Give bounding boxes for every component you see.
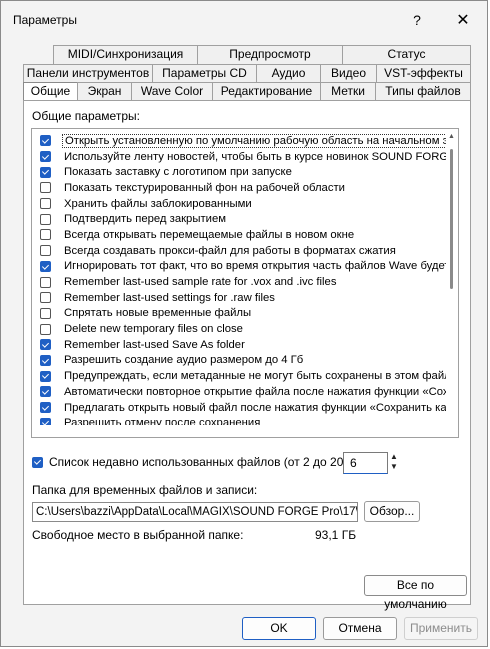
option-row[interactable]: Подтвердить перед закрытием: [32, 211, 446, 227]
option-checkbox[interactable]: [40, 386, 51, 398]
option-label: Разрешить создание аудио размером до 4 Г…: [64, 354, 304, 367]
option-label: Используйте ленту новостей, чтобы быть в…: [64, 150, 446, 163]
option-row[interactable]: Автоматически повторное открытие файла п…: [32, 384, 446, 400]
option-checkbox[interactable]: [40, 229, 51, 241]
temp-folder-label: Папка для временных файлов и записи:: [32, 483, 258, 497]
option-row[interactable]: Игнорировать тот факт, что во время откр…: [32, 259, 446, 275]
option-row[interactable]: Remember last-used settings for .raw fil…: [32, 290, 446, 306]
options-dialog: Параметры ? ✕ MIDI/Синхронизация Предпро…: [0, 0, 488, 647]
option-row[interactable]: Delete new temporary files on close: [32, 321, 446, 337]
recent-files-checkbox[interactable]: [32, 456, 43, 468]
option-row[interactable]: Предупреждать, если метаданные не могут …: [32, 368, 446, 384]
general-options-items: Открыть установленную по умолчанию рабоч…: [32, 133, 446, 431]
option-row[interactable]: Хранить файлы заблокированными: [32, 196, 446, 212]
tab-row-2: Панели инструментов Параметры CD Аудио В…: [23, 64, 471, 83]
option-checkbox[interactable]: [40, 276, 51, 288]
reset-defaults-button[interactable]: Все по умолчанию: [364, 575, 467, 611]
tab-display[interactable]: Экран: [77, 82, 132, 101]
option-label: Delete new temporary files on close: [64, 323, 243, 336]
option-row[interactable]: Используйте ленту новостей, чтобы быть в…: [32, 149, 446, 165]
option-checkbox[interactable]: [40, 182, 51, 194]
option-row[interactable]: Разрешить создание аудио размером до 4 Г…: [32, 353, 446, 369]
tab-toolbars[interactable]: Панели инструментов: [23, 64, 153, 83]
option-label: Показать заставку с логотипом при запуск…: [64, 166, 292, 179]
tab-preview[interactable]: Предпросмотр: [197, 45, 343, 64]
close-button[interactable]: ✕: [445, 7, 481, 33]
option-label: Автоматически повторное открытие файла п…: [64, 385, 446, 398]
option-row[interactable]: Всегда открывать перемещаемые файлы в но…: [32, 227, 446, 243]
tab-markers[interactable]: Метки: [320, 82, 376, 101]
tab-midi-sync[interactable]: MIDI/Синхронизация: [53, 45, 198, 64]
tab-cd-settings[interactable]: Параметры CD: [152, 64, 257, 83]
option-label: Всегда создавать прокси-файл для работы …: [64, 244, 396, 257]
option-label: Показать текстурированный фон на рабочей…: [64, 181, 345, 194]
general-tab-panel: Общие параметры: Открыть установленную п…: [23, 100, 471, 611]
tab-audio[interactable]: Аудио: [256, 64, 321, 83]
option-row[interactable]: Спрятать новые временные файлы: [32, 306, 446, 322]
option-checkbox[interactable]: [40, 402, 51, 414]
tab-file-types[interactable]: Типы файлов: [375, 82, 471, 101]
browse-button[interactable]: Обзор...: [364, 501, 420, 522]
option-label: Предлагать открыть новый файл после нажа…: [64, 401, 446, 414]
window-title: Параметры: [13, 13, 77, 27]
option-checkbox[interactable]: [40, 370, 51, 382]
recent-files-option[interactable]: Список недавно использованных файлов (от…: [32, 455, 351, 469]
tab-wave-color[interactable]: Wave Color: [131, 82, 213, 101]
option-row[interactable]: Всегда создавать прокси-файл для работы …: [32, 243, 446, 259]
tab-vst-effects[interactable]: VST-эффекты: [376, 64, 471, 83]
tab-editing[interactable]: Редактирование: [212, 82, 321, 101]
help-button[interactable]: ?: [399, 7, 435, 33]
list-vertical-scrollbar[interactable]: ▲ ▼: [446, 129, 458, 437]
option-checkbox[interactable]: [40, 151, 51, 163]
title-bar: Параметры ? ✕: [1, 1, 487, 39]
temp-folder-input[interactable]: C:\Users\bazzi\AppData\Local\MAGIX\SOUND…: [32, 502, 358, 522]
option-row[interactable]: Показать заставку с логотипом при запуск…: [32, 164, 446, 180]
tab-status[interactable]: Статус: [342, 45, 471, 64]
tab-video[interactable]: Видео: [320, 64, 377, 83]
option-checkbox[interactable]: [40, 307, 51, 319]
recent-files-count-input[interactable]: 6: [343, 452, 388, 474]
free-space-label: Свободное место в выбранной папке:: [32, 528, 244, 542]
free-space-value: 93,1 ГБ: [315, 528, 357, 542]
option-label: Открыть установленную по умолчанию рабоч…: [62, 133, 446, 148]
recent-files-label: Список недавно использованных файлов (от…: [49, 455, 351, 469]
option-checkbox[interactable]: [40, 339, 51, 351]
spin-arrows-icon[interactable]: ▲ ▼: [388, 452, 400, 474]
option-label: Remember last-used Save As folder: [64, 338, 245, 351]
option-label: Предупреждать, если метаданные не могут …: [64, 370, 446, 383]
ok-button[interactable]: OK: [242, 617, 316, 640]
option-row[interactable]: Открыть установленную по умолчанию рабоч…: [32, 133, 446, 149]
option-label: Подтвердить перед закрытием: [64, 213, 226, 226]
apply-button[interactable]: Применить: [404, 617, 478, 640]
option-row[interactable]: Показать текстурированный фон на рабочей…: [32, 180, 446, 196]
general-options-list[interactable]: Открыть установленную по умолчанию рабоч…: [31, 128, 459, 438]
option-row[interactable]: Remember last-used sample rate for .vox …: [32, 274, 446, 290]
option-label: Хранить файлы заблокированными: [64, 197, 252, 210]
option-checkbox[interactable]: [40, 323, 51, 335]
cancel-button[interactable]: Отмена: [323, 617, 397, 640]
tab-row-3: Общие Экран Wave Color Редактирование Ме…: [23, 82, 471, 103]
option-checkbox[interactable]: [40, 245, 51, 257]
option-checkbox[interactable]: [40, 213, 51, 225]
option-label: Спрятать новые временные файлы: [64, 307, 252, 320]
option-checkbox[interactable]: [40, 166, 51, 178]
option-checkbox[interactable]: [40, 354, 51, 366]
scroll-thumb[interactable]: [450, 149, 453, 289]
general-options-label: Общие параметры:: [32, 109, 140, 123]
option-label: Всегда открывать перемещаемые файлы в но…: [64, 228, 355, 241]
list-horizontal-scrollbar[interactable]: [32, 425, 458, 437]
option-row[interactable]: Remember last-used Save As folder: [32, 337, 446, 353]
option-checkbox[interactable]: [40, 292, 51, 304]
tab-row-1: MIDI/Синхронизация Предпросмотр Статус: [53, 45, 471, 64]
option-label: Игнорировать тот факт, что во время откр…: [64, 260, 446, 273]
option-checkbox[interactable]: [40, 198, 51, 210]
option-checkbox[interactable]: [40, 135, 51, 147]
option-checkbox[interactable]: [40, 260, 51, 272]
scroll-up-icon[interactable]: ▲: [448, 133, 455, 140]
option-label: Remember last-used sample rate for .vox …: [64, 276, 337, 289]
option-label: Remember last-used settings for .raw fil…: [64, 291, 275, 304]
option-row[interactable]: Предлагать открыть новый файл после нажа…: [32, 400, 446, 416]
